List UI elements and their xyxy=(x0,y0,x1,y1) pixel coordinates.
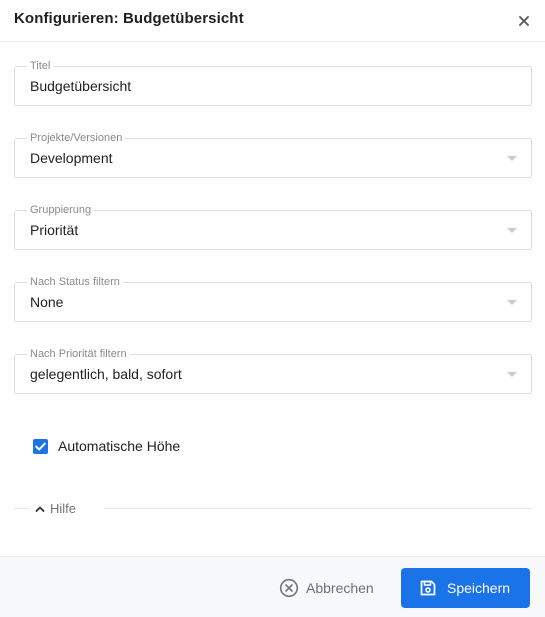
save-button[interactable]: Speichern xyxy=(401,568,530,608)
cancel-label: Abbrechen xyxy=(306,580,374,596)
dropdown-arrow-icon xyxy=(507,372,517,377)
grouping-select[interactable]: Gruppierung Priorität xyxy=(14,204,532,250)
priority-filter-select[interactable]: Nach Priorität filtern gelegentlich, bal… xyxy=(14,348,532,394)
cancel-button[interactable]: Abbrechen xyxy=(276,577,386,599)
grouping-select-label: Gruppierung xyxy=(27,204,95,217)
status-filter-select[interactable]: Nach Status filtern None xyxy=(14,276,532,322)
help-toggle[interactable]: Hilfe xyxy=(30,500,104,518)
chevron-up-icon xyxy=(35,506,45,512)
dialog-header: Konfigurieren: Budgetübersicht xyxy=(0,0,545,42)
priority-filter-value: gelegentlich, bald, sofort xyxy=(30,366,182,382)
dropdown-arrow-icon xyxy=(507,156,517,161)
help-section: Hilfe xyxy=(14,500,532,518)
cancel-circle-icon xyxy=(279,578,299,598)
grouping-select-value: Priorität xyxy=(30,222,79,238)
save-label: Speichern xyxy=(447,580,511,596)
projects-select-value: Development xyxy=(30,150,113,166)
dropdown-arrow-icon xyxy=(507,228,517,233)
close-button[interactable] xyxy=(514,11,534,31)
dialog-body: Titel Budgetübersicht Projekte/Versionen… xyxy=(0,43,545,556)
title-field-label: Titel xyxy=(27,60,54,73)
close-icon xyxy=(519,16,529,26)
dropdown-arrow-icon xyxy=(507,300,517,305)
dialog-footer: Abbrechen Speichern xyxy=(0,556,545,617)
checkmark-icon xyxy=(35,442,46,451)
status-filter-value: None xyxy=(30,294,64,310)
configure-dialog: Konfigurieren: Budgetübersicht Titel Bud… xyxy=(0,0,545,617)
title-field-value: Budgetübersicht xyxy=(30,78,132,94)
projects-select[interactable]: Projekte/Versionen Development xyxy=(14,132,532,178)
floppy-disk-icon xyxy=(420,580,436,596)
auto-height-checkbox[interactable] xyxy=(33,439,48,454)
priority-filter-label: Nach Priorität filtern xyxy=(27,348,130,361)
status-filter-label: Nach Status filtern xyxy=(27,276,123,289)
auto-height-label: Automatische Höhe xyxy=(58,438,181,454)
projects-select-label: Projekte/Versionen xyxy=(27,132,126,145)
dialog-title: Konfigurieren: Budgetübersicht xyxy=(14,10,244,27)
title-field[interactable]: Titel Budgetübersicht xyxy=(14,60,532,106)
help-label: Hilfe xyxy=(50,501,77,516)
